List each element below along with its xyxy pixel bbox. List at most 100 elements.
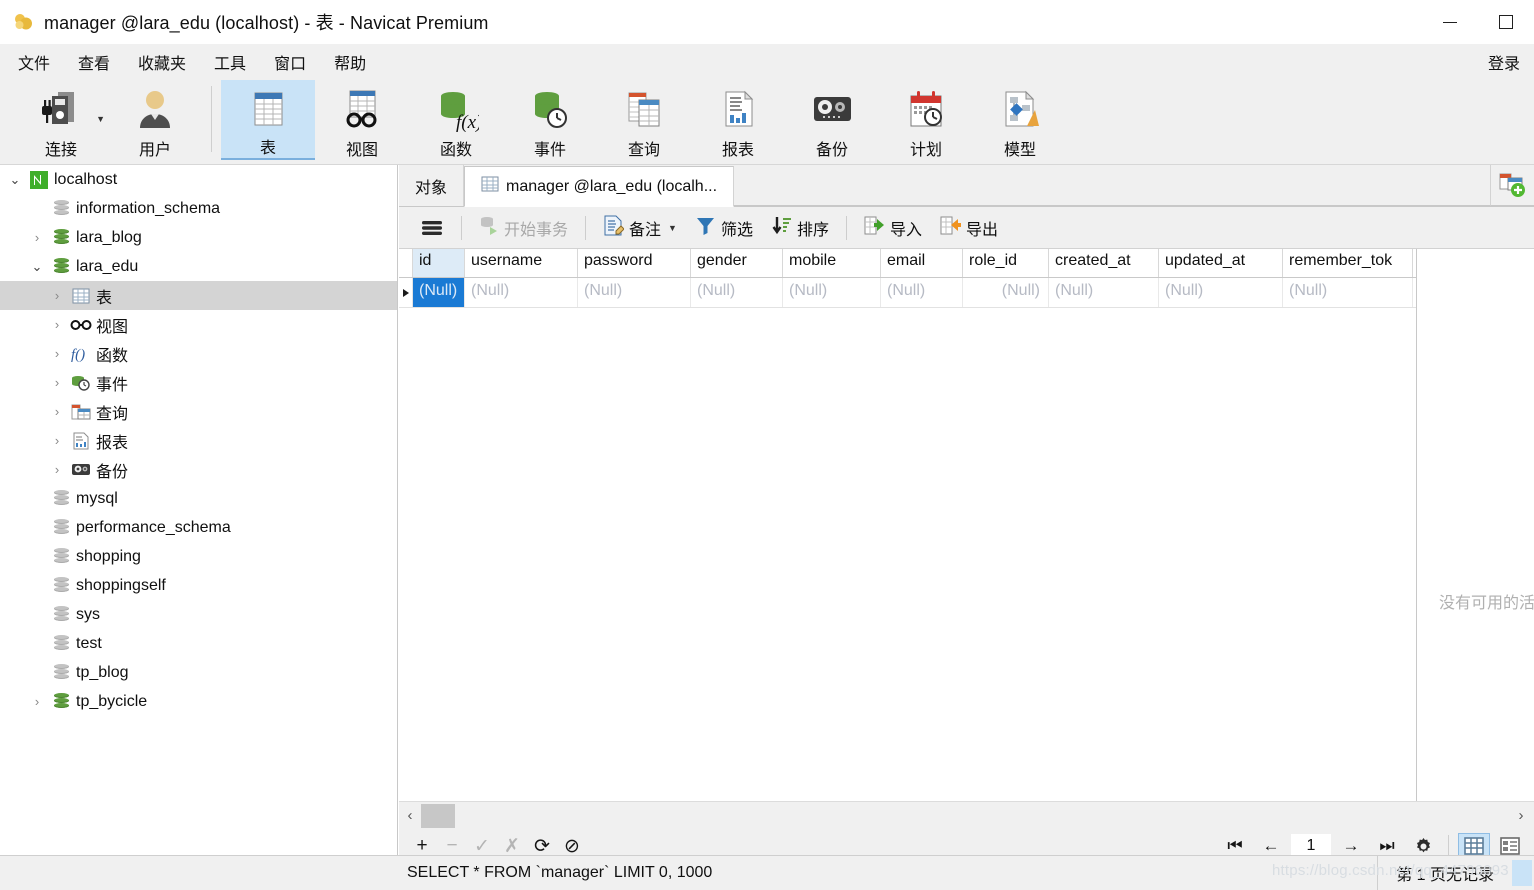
toolbar-button-report[interactable]: 报表 [691,80,785,160]
tab-objects[interactable]: 对象 [399,165,465,206]
first-page-button[interactable]: ⏮ [1219,836,1251,856]
import-button[interactable]: 导入 [855,211,931,245]
cell-email[interactable]: (Null) [881,278,963,307]
menu-favorites[interactable]: 收藏夹 [124,44,200,80]
tree-item-backups[interactable]: › 备份 [0,455,397,484]
note-button[interactable]: 备注 ▼ [594,211,686,245]
last-page-button[interactable]: ⏭ [1371,836,1403,856]
scroll-left-icon[interactable]: ‹ [399,807,421,824]
toolbar-button-function[interactable]: f(x) 函数 [409,80,503,160]
chevron-down-icon[interactable]: ⌄ [4,173,26,186]
toolbar-button-user[interactable]: 用户 [108,80,202,160]
grid-horizontal-scrollbar[interactable]: ‹ › [399,801,1534,829]
scrollbar-thumb[interactable] [421,804,455,828]
cell-updated-at[interactable]: (Null) [1159,278,1283,307]
tree-item-test[interactable]: test [0,629,397,658]
menu-help[interactable]: 帮助 [320,44,380,80]
tree-item-information-schema[interactable]: information_schema [0,194,397,223]
grid-body[interactable]: id username password gender mobile email… [399,249,1416,801]
cell-remember-token[interactable]: (Null) [1283,278,1413,307]
maximize-button[interactable] [1478,0,1534,44]
chevron-right-icon[interactable]: › [26,695,48,708]
begin-transaction-button[interactable]: 开始事务 [470,211,577,245]
export-button[interactable]: 导出 [931,211,1007,245]
sort-button[interactable]: 排序 [762,211,838,245]
grid-header-username[interactable]: username [465,249,578,277]
object-tree-sidebar[interactable]: ⌄ localhost information_schema › lara_bl… [0,165,398,855]
tree-item-lara-edu[interactable]: ⌄ lara_edu [0,252,397,281]
tree-item-tables[interactable]: › 表 [0,281,397,310]
tree-item-tp-bycicle[interactable]: › tp_bycicle [0,687,397,716]
chevron-right-icon[interactable]: › [46,434,68,447]
grid-header-gender[interactable]: gender [691,249,783,277]
new-query-plus-icon[interactable] [1490,165,1534,206]
next-page-button[interactable]: → [1335,836,1367,856]
grid-header-email[interactable]: email [881,249,963,277]
grid-header-updated-at[interactable]: updated_at [1159,249,1283,277]
filter-button[interactable]: 筛选 [686,211,762,245]
scroll-right-icon[interactable]: › [1510,807,1532,824]
tree-item-sys[interactable]: sys [0,600,397,629]
grid-header-password[interactable]: password [578,249,691,277]
tree-item-lara-blog[interactable]: › lara_blog [0,223,397,252]
menu-tools[interactable]: 工具 [200,44,260,80]
chevron-down-icon[interactable]: ▼ [96,114,105,124]
chevron-right-icon[interactable]: › [46,347,68,360]
add-record-button[interactable]: + [407,835,437,857]
tree-item-mysql[interactable]: mysql [0,484,397,513]
chevron-right-icon[interactable]: › [46,376,68,389]
table-icon [481,176,499,197]
chevron-right-icon[interactable]: › [46,318,68,331]
grid-header-role-id[interactable]: role_id [963,249,1049,277]
scrollbar-track[interactable] [421,804,1510,828]
toolbar-button-table[interactable]: 表 [221,80,315,160]
tree-item-functions[interactable]: › f() 函数 [0,339,397,368]
prev-page-button[interactable]: ← [1255,836,1287,856]
cell-password[interactable]: (Null) [578,278,691,307]
tree-item-localhost[interactable]: ⌄ localhost [0,165,397,194]
toolbar-button-view[interactable]: 视图 [315,80,409,160]
menu-file[interactable]: 文件 [4,44,64,80]
tree-item-queries[interactable]: › 查询 [0,397,397,426]
login-button[interactable]: 登录 [1478,50,1530,74]
tree-item-reports[interactable]: › 报表 [0,426,397,455]
cell-username[interactable]: (Null) [465,278,578,307]
menu-window[interactable]: 窗口 [260,44,320,80]
toolbar-button-connection[interactable]: 连接 ▼ [14,80,108,160]
export-label: 导出 [966,221,999,239]
grid-header-created-at[interactable]: created_at [1049,249,1159,277]
cell-mobile[interactable]: (Null) [783,278,881,307]
tree-item-shoppingself[interactable]: shoppingself [0,571,397,600]
tree-item-views[interactable]: › 视图 [0,310,397,339]
chevron-down-icon[interactable]: ⌄ [26,260,48,273]
toolbar-button-backup[interactable]: 备份 [785,80,879,160]
tree-item-shopping[interactable]: shopping [0,542,397,571]
tree-item-tp-blog[interactable]: tp_blog [0,658,397,687]
chevron-right-icon[interactable]: › [46,463,68,476]
toolbar-button-model[interactable]: 模型 [973,80,1067,160]
chevron-right-icon[interactable]: › [46,405,68,418]
toolbar-button-schedule[interactable]: 计划 [879,80,973,160]
cell-id[interactable]: (Null) [413,278,465,307]
chevron-right-icon[interactable]: › [46,289,68,302]
chevron-down-icon[interactable]: ▼ [668,223,677,233]
tree-item-events[interactable]: › 事件 [0,368,397,397]
cell-role-id[interactable]: (Null) [963,278,1049,307]
grid-header-remember-token[interactable]: remember_tok [1283,249,1413,277]
toolbar-button-query[interactable]: 查询 [597,80,691,160]
toolbar-button-event[interactable]: 事件 [503,80,597,160]
table-row[interactable]: (Null) (Null) (Null) (Null) (Null) (Null… [399,278,1416,308]
hamburger-menu-icon[interactable] [411,211,453,245]
grid-header-mobile[interactable]: mobile [783,249,881,277]
menu-view[interactable]: 查看 [64,44,124,80]
resize-grip[interactable] [1512,860,1532,886]
chevron-right-icon[interactable]: › [26,231,48,244]
cell-created-at[interactable]: (Null) [1049,278,1159,307]
grid-header-id[interactable]: id [413,249,465,277]
gear-icon[interactable] [1407,837,1439,856]
minimize-button[interactable] [1422,0,1478,44]
tree-item-performance-schema[interactable]: performance_schema [0,513,397,542]
delete-record-button[interactable]: − [437,835,467,857]
cell-gender[interactable]: (Null) [691,278,783,307]
tab-manager-table[interactable]: manager @lara_edu (localh... [464,166,735,207]
